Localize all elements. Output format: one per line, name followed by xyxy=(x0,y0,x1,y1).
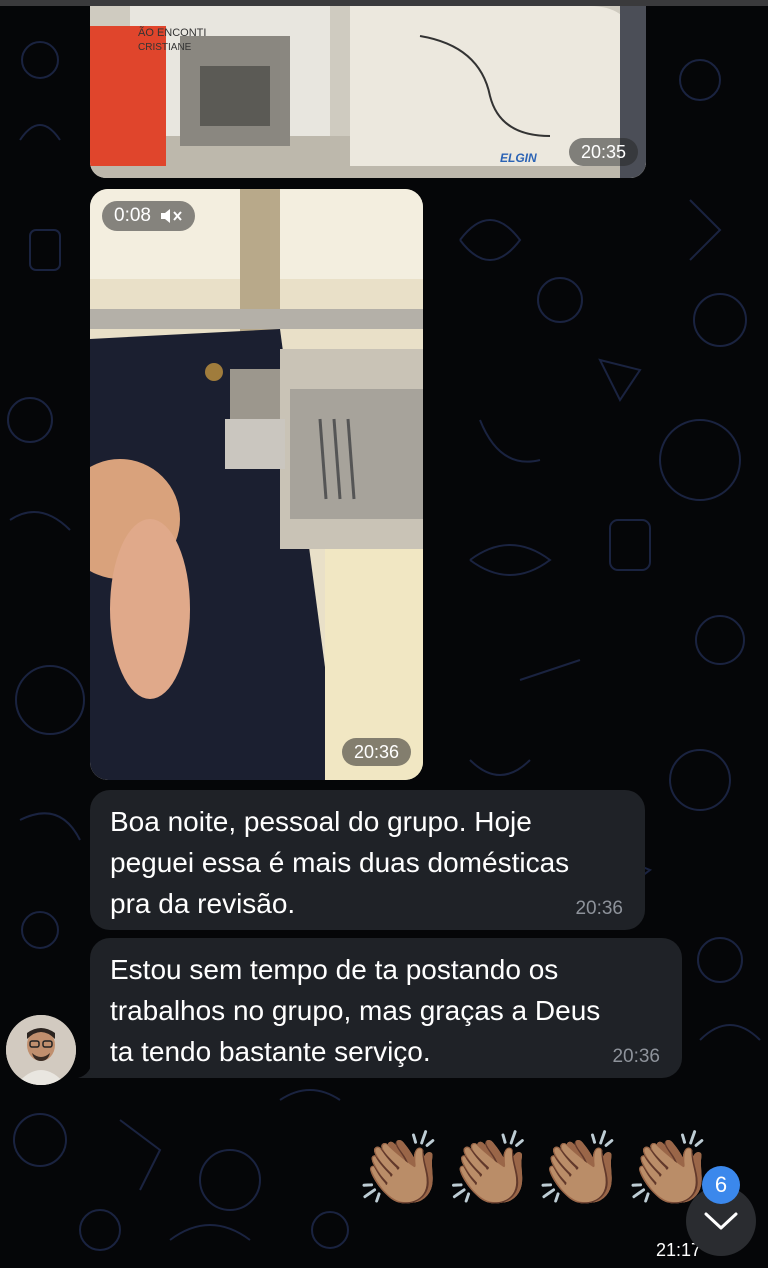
clapping-hands-emoji: 👏🏽👏🏽👏🏽👏🏽 xyxy=(356,1130,715,1210)
text-message[interactable]: Boa noite, pessoal do grupo. Hoje peguei… xyxy=(90,790,645,930)
text-message[interactable]: Estou sem tempo de ta postando os trabal… xyxy=(90,938,682,1078)
sewing-machine-photo: ÃO ENCONTI CRISTIANE ELGIN xyxy=(90,6,646,178)
photo-sign-text-2: CRISTIANE xyxy=(138,42,192,53)
video-duration-pill[interactable]: 0:08 xyxy=(102,201,195,231)
photo-sign-text: ÃO ENCONTI xyxy=(138,26,206,39)
message-text: Estou sem tempo de ta postando os trabal… xyxy=(110,954,601,1067)
message-time: 20:36 xyxy=(575,898,623,919)
video-time: 20:36 xyxy=(341,738,411,766)
photo-message[interactable]: ÃO ENCONTI CRISTIANE ELGIN 20:35 xyxy=(90,6,646,178)
user-avatar-icon xyxy=(6,1015,76,1085)
unread-count-badge: 6 xyxy=(702,1166,740,1204)
speaker-muted-icon xyxy=(160,209,182,223)
message-time: 20:36 xyxy=(612,1046,660,1067)
message-text: Boa noite, pessoal do grupo. Hoje peguei… xyxy=(110,806,570,919)
video-thumbnail xyxy=(90,189,423,780)
photo-time: 20:35 xyxy=(568,138,638,166)
chevron-down-icon xyxy=(704,1212,738,1230)
sender-avatar[interactable] xyxy=(6,1015,76,1085)
video-duration: 0:08 xyxy=(114,205,151,226)
photo-brand-text: ELGIN xyxy=(500,151,537,165)
video-message[interactable]: 0:08 20:36 xyxy=(90,189,423,780)
